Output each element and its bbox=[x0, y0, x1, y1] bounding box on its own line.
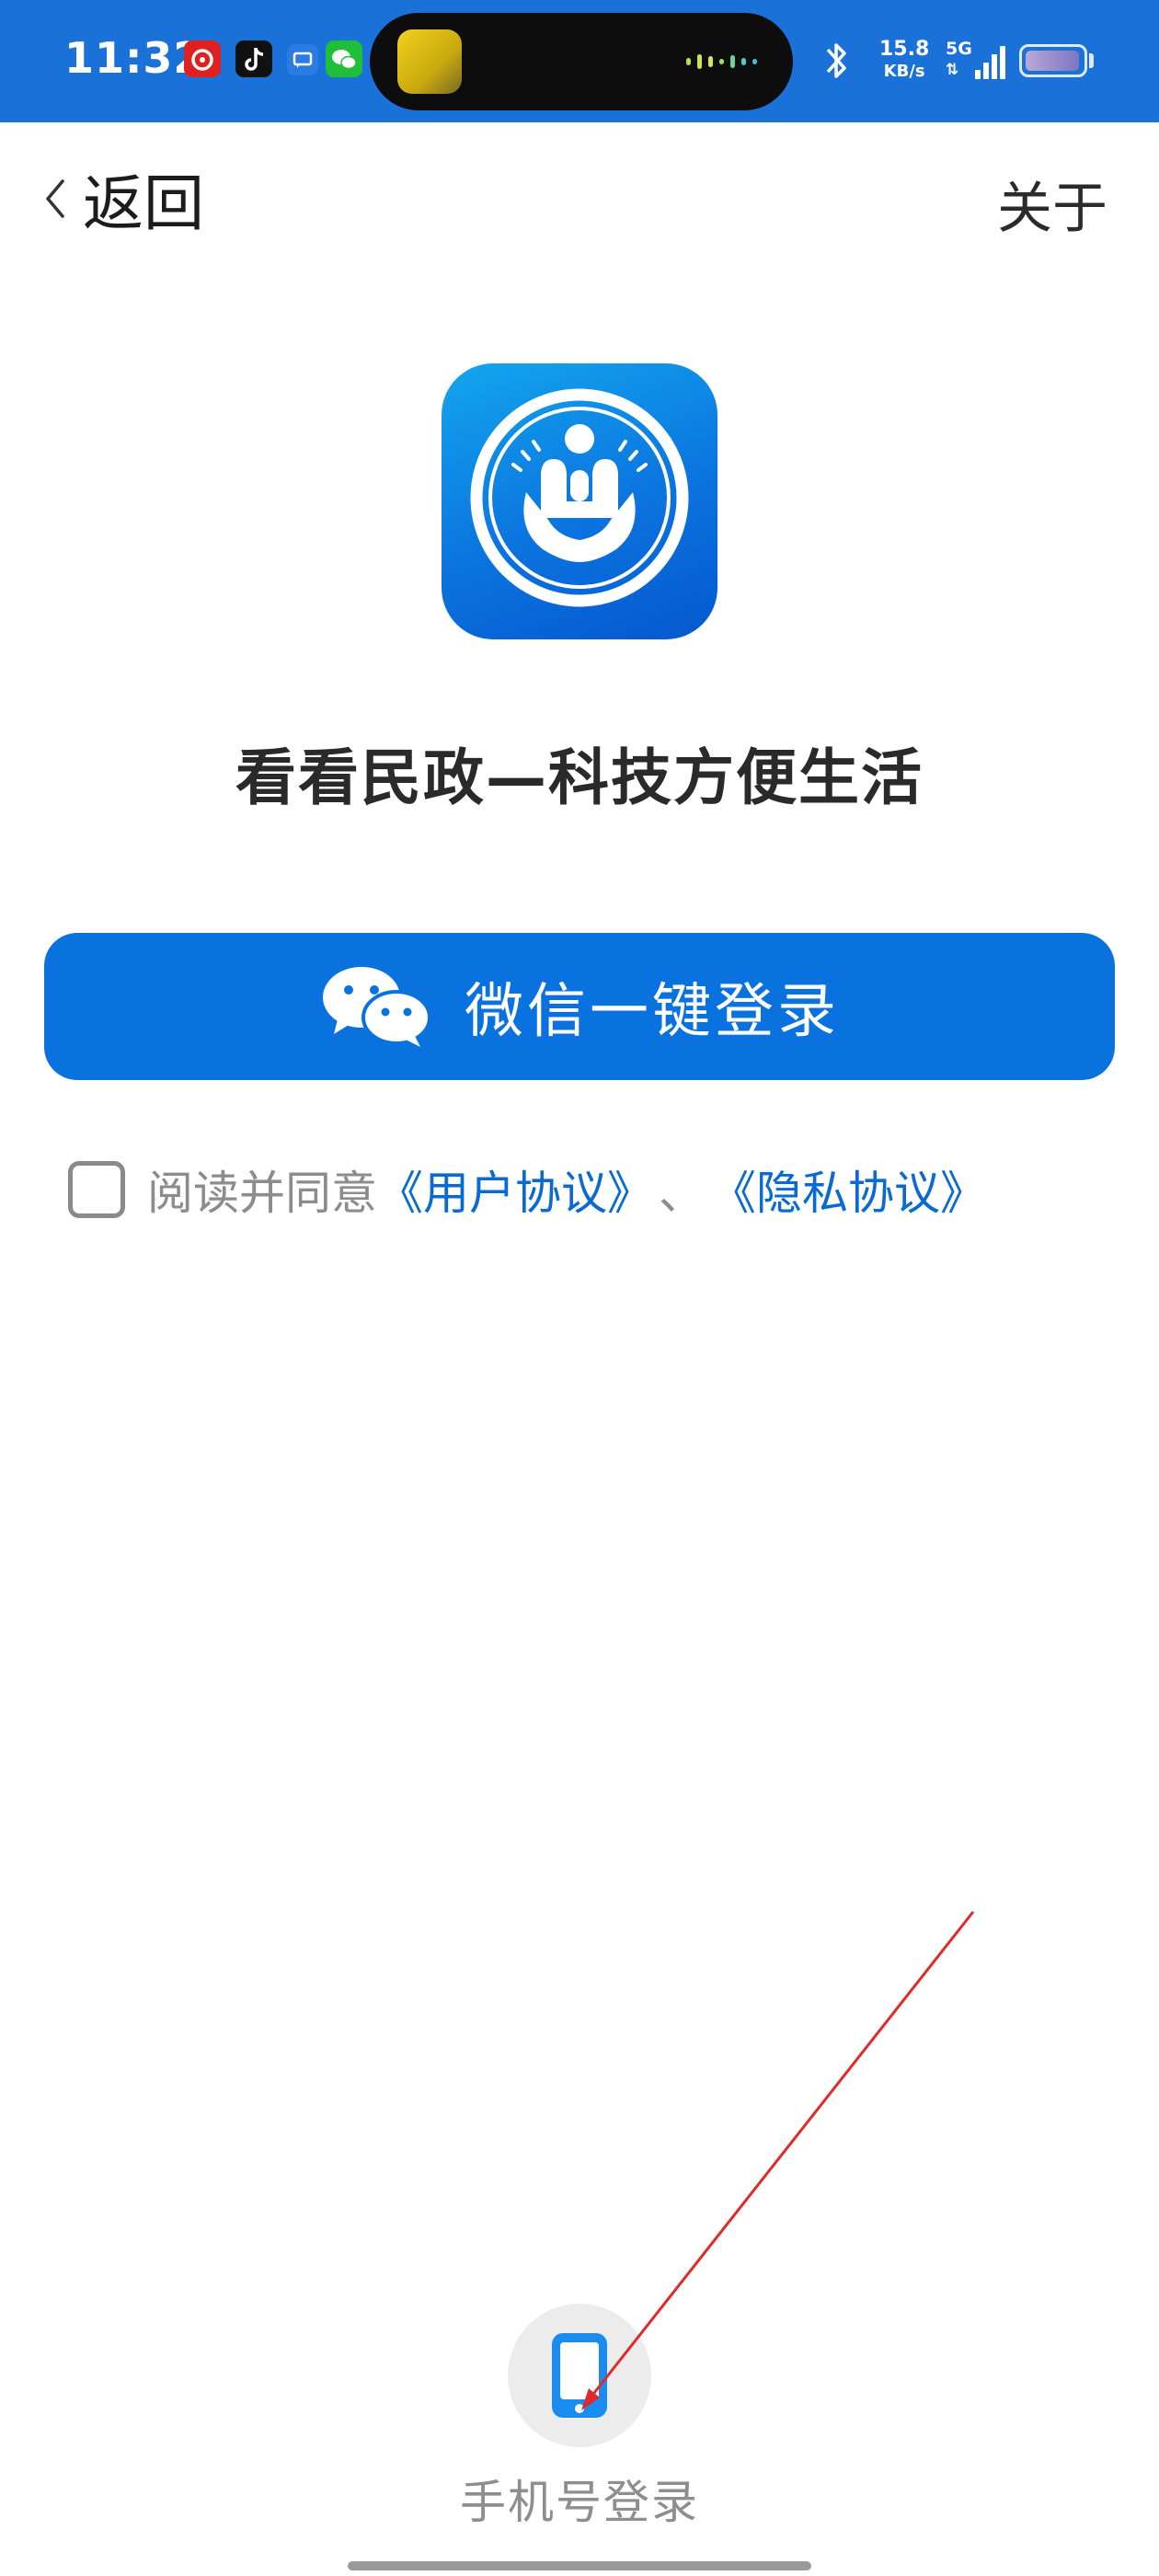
media-thumbnail bbox=[397, 29, 462, 94]
agreement-row: 阅读并同意 《用户协议》 、 《隐私协议》 bbox=[68, 1157, 986, 1222]
agreement-checkbox[interactable] bbox=[68, 1161, 125, 1218]
signal-strength-icon bbox=[975, 46, 1005, 79]
back-button[interactable]: 返回 bbox=[42, 162, 204, 239]
bluetooth-icon bbox=[826, 43, 846, 78]
audio-wave-icon bbox=[686, 54, 757, 69]
wechat-icon bbox=[323, 967, 431, 1047]
agreement-prefix: 阅读并同意 bbox=[147, 1167, 377, 1220]
agreement-separator: 、 bbox=[659, 1167, 705, 1220]
wechat-login-button[interactable]: 微信一键登录 bbox=[44, 933, 1115, 1080]
phone-login-button[interactable] bbox=[508, 2304, 651, 2447]
about-button[interactable]: 关于 bbox=[997, 164, 1107, 244]
phone-login-label[interactable]: 手机号登录 bbox=[0, 2466, 1159, 2532]
wechat-notification-icon bbox=[326, 40, 362, 77]
mobile-phone-icon bbox=[552, 2333, 607, 2418]
privacy-agreement-link[interactable]: 《隐私协议》 bbox=[710, 1156, 986, 1223]
home-indicator[interactable] bbox=[348, 2561, 811, 2570]
network-speed: 15.8 KB/s bbox=[879, 38, 930, 82]
status-bar: 11:32 15.8 KB/s 5G ⇅ bbox=[0, 0, 1159, 122]
status-time: 11:32 bbox=[64, 33, 204, 83]
back-label: 返回 bbox=[83, 168, 204, 239]
battery-icon bbox=[1019, 44, 1087, 77]
dynamic-island[interactable] bbox=[370, 13, 793, 110]
user-agreement-link[interactable]: 《用户协议》 bbox=[377, 1156, 653, 1223]
battery-tip bbox=[1089, 53, 1094, 68]
app-tagline: 看看民政—科技方便生活 bbox=[235, 742, 924, 813]
data-transfer-icon: ⇅ bbox=[946, 61, 959, 79]
chevron-left-icon bbox=[46, 179, 64, 218]
message-app-icon bbox=[287, 44, 318, 75]
tiktok-icon bbox=[235, 40, 272, 77]
app-logo bbox=[442, 363, 717, 639]
battery-level bbox=[1026, 51, 1079, 71]
netease-music-icon bbox=[184, 40, 221, 77]
civil-affairs-logo-icon bbox=[470, 388, 689, 607]
wechat-login-label: 微信一键登录 bbox=[465, 978, 840, 1046]
